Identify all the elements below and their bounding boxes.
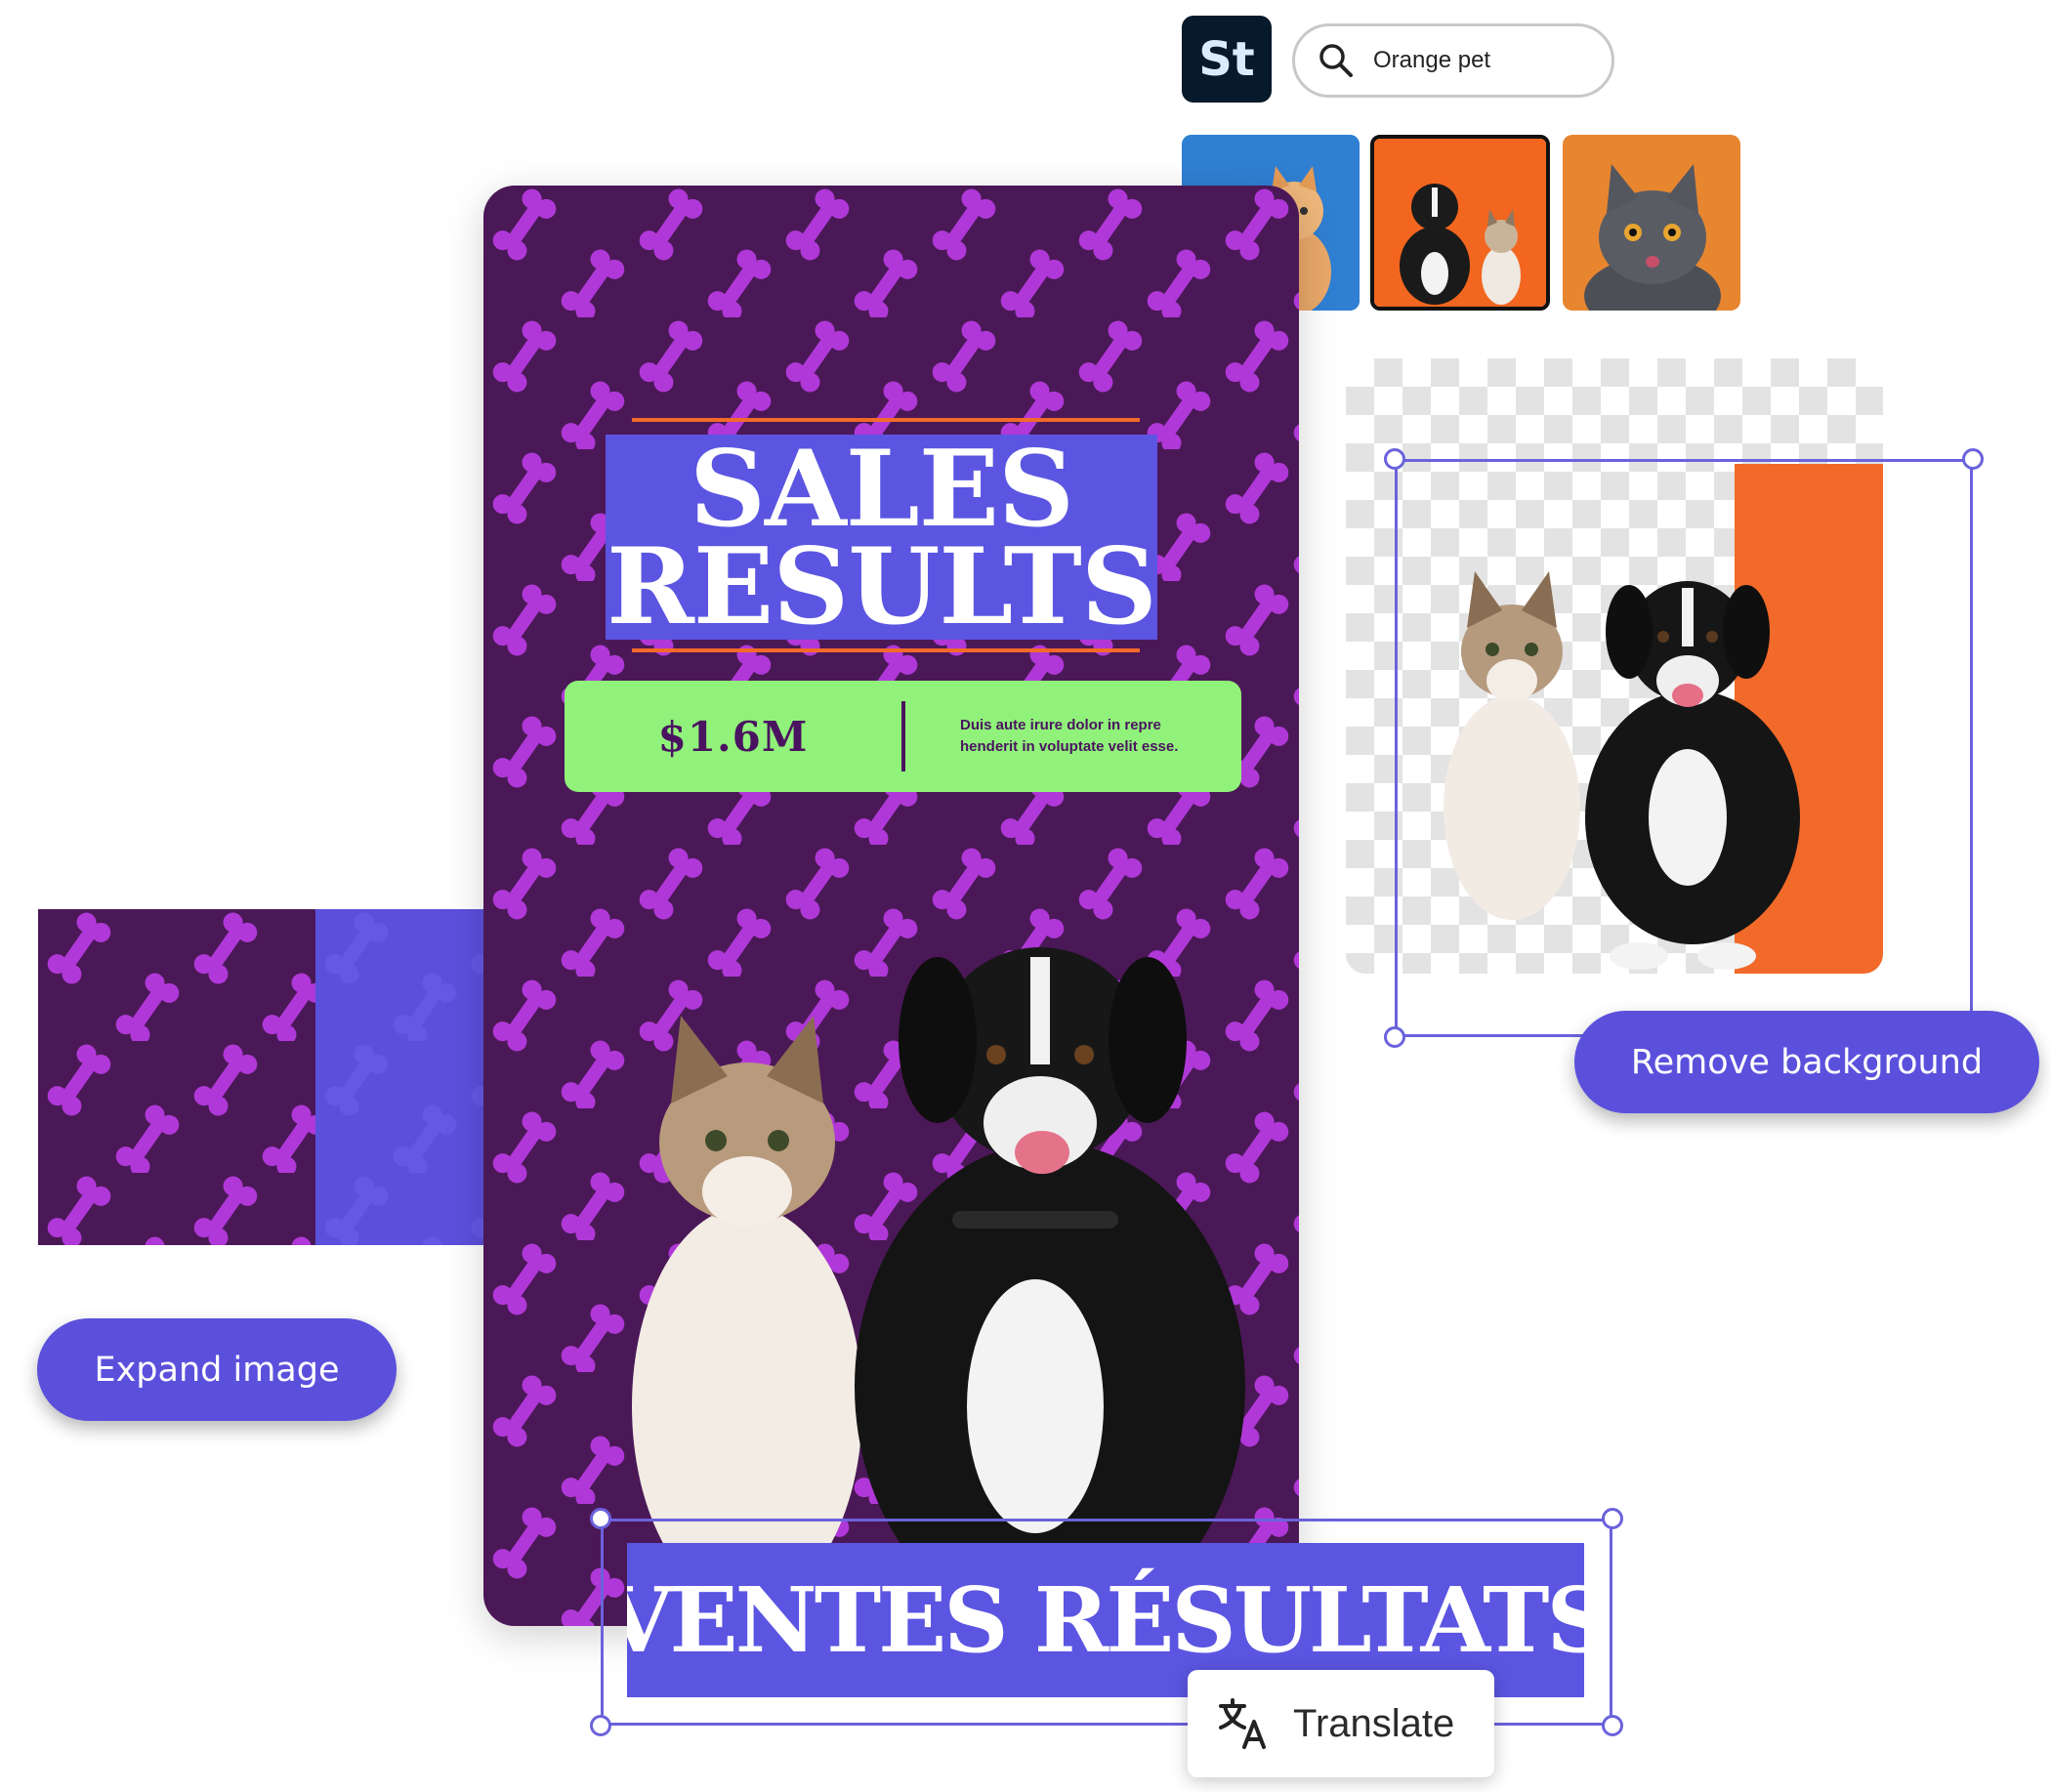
remove-background-button[interactable]: Remove background bbox=[1574, 1011, 2039, 1113]
poster-title: SALES RESULTS bbox=[606, 435, 1157, 640]
expand-image-canvas[interactable] bbox=[27, 898, 486, 1250]
selection-frame[interactable] bbox=[1395, 459, 1973, 1037]
translate-label: Translate bbox=[1293, 1701, 1455, 1745]
stat-desc-line-1: Duis aute irure dolor in repre bbox=[960, 717, 1161, 733]
title-line-2: RESULTS bbox=[607, 525, 1157, 648]
search-value: Orange pet bbox=[1373, 47, 1491, 73]
stat-description: Duis aute irure dolor in repre henderit … bbox=[960, 715, 1178, 758]
grey-cat-image bbox=[1563, 135, 1740, 311]
resize-handle[interactable] bbox=[1384, 448, 1405, 470]
generated-fill-area bbox=[315, 909, 483, 1245]
translate-button[interactable]: Translate bbox=[1188, 1670, 1494, 1777]
stat-desc-line-2: henderit in voluptate velit esse. bbox=[960, 738, 1179, 755]
resize-handle[interactable] bbox=[590, 1508, 611, 1529]
stock-logo[interactable]: St bbox=[1182, 16, 1272, 103]
resize-handle[interactable] bbox=[590, 1715, 611, 1736]
title-line-1: SALES bbox=[689, 428, 1074, 551]
thumbnail-dog-and-cat[interactable] bbox=[1370, 135, 1550, 311]
search-input[interactable]: Orange pet bbox=[1292, 23, 1614, 98]
sales-poster[interactable]: SALES RESULTS $1.6M Duis aute irure dolo… bbox=[483, 186, 1299, 1626]
original-image-part bbox=[38, 909, 315, 1245]
title-rule-bottom bbox=[632, 648, 1140, 652]
expand-image-button[interactable]: Expand image bbox=[37, 1318, 397, 1421]
resize-handle[interactable] bbox=[1962, 448, 1984, 470]
stat-value: $1.6M bbox=[657, 712, 809, 761]
translate-icon bbox=[1219, 1698, 1266, 1749]
resize-handle[interactable] bbox=[1602, 1715, 1623, 1736]
search-icon bbox=[1319, 44, 1353, 77]
title-rule-top bbox=[632, 418, 1140, 422]
stat-divider bbox=[901, 701, 905, 771]
dog-and-cat-image bbox=[1374, 139, 1546, 307]
poster-pets-image bbox=[632, 947, 1245, 1626]
resize-handle[interactable] bbox=[1602, 1508, 1623, 1529]
stat-banner: $1.6M Duis aute irure dolor in repre hen… bbox=[565, 681, 1241, 792]
resize-handle[interactable] bbox=[1384, 1026, 1405, 1048]
thumbnail-grey-cat[interactable] bbox=[1563, 135, 1740, 311]
